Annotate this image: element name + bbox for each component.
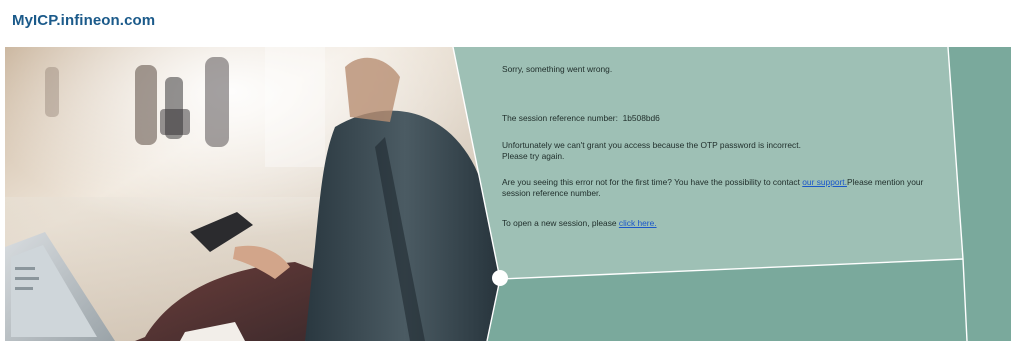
- contact-support-before: Are you seeing this error not for the fi…: [502, 177, 803, 187]
- otp-error-line2: Please try again.: [502, 150, 565, 161]
- new-session-before: To open a new session, please: [502, 218, 619, 228]
- hero-banner: Sorry, something went wrong. The session…: [5, 47, 1011, 341]
- message-panel: [453, 47, 963, 279]
- otp-error-line1: Unfortunately we can't grant you access …: [502, 140, 801, 150]
- hero-photo: [5, 47, 505, 341]
- session-reference: The session reference number: 1b508bd6: [502, 113, 660, 124]
- session-reference-label: The session reference number:: [502, 113, 618, 123]
- white-circle-node-icon: [492, 270, 508, 286]
- session-reference-value: 1b508bd6: [622, 113, 660, 123]
- site-header: MyICP.infineon.com: [12, 8, 155, 32]
- new-session-link[interactable]: click here.: [619, 218, 657, 228]
- site-title[interactable]: MyICP.infineon.com: [12, 12, 155, 29]
- contact-support-text: Are you seeing this error not for the fi…: [502, 177, 954, 198]
- error-title: Sorry, something went wrong.: [502, 64, 613, 74]
- otp-error-text: Unfortunately we can't grant you access …: [502, 140, 942, 161]
- support-link[interactable]: our support.: [802, 177, 847, 187]
- new-session-text: To open a new session, please click here…: [502, 218, 657, 229]
